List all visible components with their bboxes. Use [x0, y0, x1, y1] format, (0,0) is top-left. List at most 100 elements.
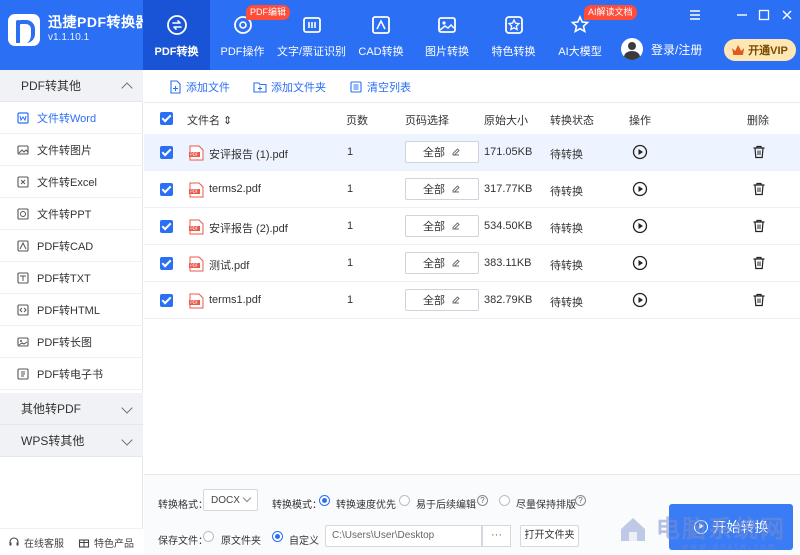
cad-icon — [17, 239, 29, 252]
page-select-button[interactable]: 全部 — [405, 141, 479, 163]
clear-list-button[interactable]: 清空列表 — [349, 79, 411, 95]
trash-icon[interactable] — [751, 292, 767, 308]
table-row[interactable]: PDF terms1.pdf 1 全部 382.79KB 待转换 — [144, 282, 800, 319]
support-link[interactable]: 在线客服 — [8, 535, 64, 550]
sidebar-group-other-to-pdf[interactable]: 其他转PDF — [0, 393, 143, 425]
select-all-checkbox[interactable] — [160, 112, 173, 125]
chevron-up-icon — [121, 82, 133, 94]
ebook-icon — [17, 367, 29, 380]
help-icon[interactable]: ? — [575, 495, 586, 506]
save-label: 保存文件： — [158, 536, 208, 547]
mode-speed-radio[interactable] — [319, 495, 330, 506]
products-link[interactable]: 特色产品 — [78, 535, 134, 550]
chevron-down-icon — [121, 402, 133, 414]
trash-icon[interactable] — [751, 255, 767, 271]
row-checkbox[interactable] — [160, 146, 173, 159]
sidebar-group-pdf-to-other[interactable]: PDF转其他 — [0, 70, 143, 102]
header-name[interactable]: 文件名 ⇕ — [187, 112, 232, 128]
pdf-file-icon: PDF — [189, 256, 204, 272]
header-status: 转换状态 — [550, 115, 594, 127]
play-icon[interactable] — [632, 255, 648, 271]
close-icon[interactable] — [780, 8, 794, 22]
tab-cad[interactable]: CAD转换 — [348, 0, 414, 70]
save-path-input[interactable]: C:\Users\User\Desktop — [325, 525, 482, 547]
row-checkbox[interactable] — [160, 220, 173, 233]
page-select-button[interactable]: 全部 — [405, 289, 479, 311]
maximize-icon[interactable] — [757, 8, 771, 22]
row-checkbox[interactable] — [160, 294, 173, 307]
login-label: 登录/注册 — [651, 42, 703, 57]
play-icon[interactable] — [632, 144, 648, 160]
trash-icon[interactable] — [751, 181, 767, 197]
svg-text:PDF: PDF — [190, 226, 198, 231]
sidebar-item-to-html[interactable]: PDF转HTML — [0, 294, 143, 326]
open-folder-button[interactable]: 打开文件夹 — [520, 525, 579, 547]
table-header: 文件名 ⇕ 页数 页码选择 原始大小 转换状态 操作 删除 — [144, 104, 800, 134]
tab-special[interactable]: 特色转换 — [480, 0, 547, 70]
row-checkbox[interactable] — [160, 257, 173, 270]
tab-pdf-convert[interactable]: PDF转换 — [143, 0, 210, 70]
trash-icon[interactable] — [751, 144, 767, 160]
save-original-label: 原文件夹 — [221, 536, 261, 547]
row-checkbox[interactable] — [160, 183, 173, 196]
browse-button[interactable]: ··· — [482, 525, 511, 547]
mode-editable-radio[interactable] — [399, 495, 410, 506]
sidebar-group-wps-to-other[interactable]: WPS转其他 — [0, 425, 143, 457]
file-status: 待转换 — [550, 186, 583, 198]
page-select-button[interactable]: 全部 — [405, 178, 479, 200]
headset-icon — [9, 537, 19, 546]
play-icon[interactable] — [632, 181, 648, 197]
table-row[interactable]: PDF 测试.pdf 1 全部 383.11KB 待转换 — [144, 245, 800, 282]
svg-text:PDF: PDF — [190, 263, 198, 268]
trash-icon[interactable] — [751, 218, 767, 234]
txt-icon — [17, 271, 29, 284]
file-pages: 1 — [347, 294, 354, 306]
svg-text:PDF: PDF — [190, 300, 198, 305]
sidebar-item-label: 文件转PPT — [37, 208, 92, 221]
ppt-icon — [17, 207, 29, 220]
mode-layout-radio[interactable] — [499, 495, 510, 506]
edit-icon — [452, 148, 460, 156]
sidebar-item-to-word[interactable]: 文件转Word — [0, 102, 143, 134]
sidebar-item-to-ebook[interactable]: PDF转电子书 — [0, 358, 143, 390]
sidebar-item-to-image[interactable]: 文件转图片 — [0, 134, 143, 166]
tab-ocr[interactable]: 文字/票证识别 — [275, 0, 348, 70]
add-file-button[interactable]: 添加文件 — [168, 79, 230, 95]
page-select-button[interactable]: 全部 — [405, 215, 479, 237]
sidebar-item-label: 文件转Word — [37, 112, 97, 125]
sidebar-item-to-ppt[interactable]: 文件转PPT — [0, 198, 143, 230]
play-icon[interactable] — [632, 292, 648, 308]
top-bar: 迅捷PDF转换器 v1.1.10.1 PDF转换 PDF操作 PDF编辑 文字/… — [0, 0, 800, 70]
table-row[interactable]: PDF 安评报告 (1).pdf 1 全部 171.05KB 待转换 — [144, 134, 800, 171]
sidebar-item-label: PDF转电子书 — [37, 368, 103, 381]
chevron-down-icon — [121, 434, 133, 446]
help-icon[interactable]: ? — [477, 495, 488, 506]
sidebar-item-to-excel[interactable]: 文件转Excel — [0, 166, 143, 198]
add-folder-button[interactable]: 添加文件夹 — [253, 79, 326, 95]
format-select[interactable]: DOCX — [203, 489, 258, 511]
products-label: 特色产品 — [94, 538, 134, 550]
save-original-radio[interactable] — [203, 531, 214, 542]
mode-editable-label: 易于后续编辑 — [416, 500, 476, 511]
sidebar-item-to-txt[interactable]: PDF转TXT — [0, 262, 143, 294]
menu-icon[interactable] — [688, 8, 702, 22]
main-panel: 添加文件 添加文件夹 清空列表 文件名 ⇕ 页数 页码选择 原始大小 转换状态 … — [144, 70, 800, 555]
table-row[interactable]: PDF 安评报告 (2).pdf 1 全部 534.50KB 待转换 — [144, 208, 800, 245]
tab-image[interactable]: 图片转换 — [414, 0, 480, 70]
file-status: 待转换 — [550, 260, 583, 272]
app-brand: 迅捷PDF转换器 v1.1.10.1 — [8, 14, 150, 46]
save-custom-radio[interactable] — [272, 531, 283, 542]
sidebar-item-to-cad[interactable]: PDF转CAD — [0, 230, 143, 262]
vip-button[interactable]: 开通VIP — [724, 39, 796, 61]
add-folder-label: 添加文件夹 — [271, 82, 326, 94]
login-button[interactable]: 登录/注册 — [621, 38, 702, 60]
start-convert-button[interactable]: 开始转换 — [669, 504, 793, 550]
page-select-button[interactable]: 全部 — [405, 252, 479, 274]
play-icon[interactable] — [632, 218, 648, 234]
sidebar-item-to-long-image[interactable]: PDF转长图 — [0, 326, 143, 358]
file-pages: 1 — [347, 183, 354, 195]
minimize-icon[interactable] — [735, 8, 749, 22]
table-row[interactable]: PDF terms2.pdf 1 全部 317.77KB 待转换 — [144, 171, 800, 208]
ai-doc-tag: AI解读文档 — [584, 5, 637, 20]
ocr-icon — [302, 17, 321, 33]
